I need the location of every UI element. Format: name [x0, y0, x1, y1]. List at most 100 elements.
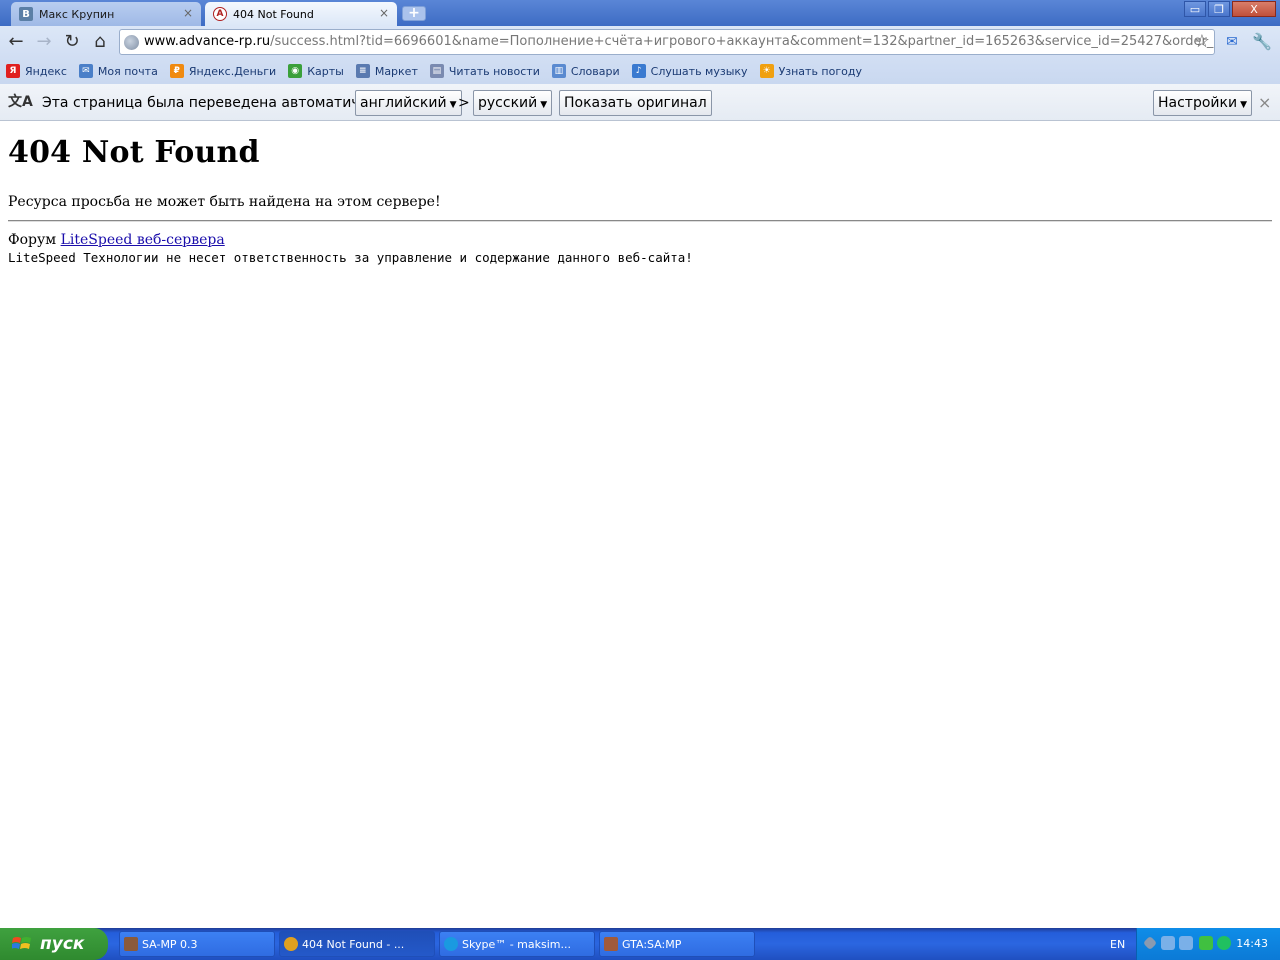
- source-language-select[interactable]: английский ▼: [355, 90, 462, 116]
- new-tab-button[interactable]: +: [402, 6, 426, 21]
- close-icon[interactable]: ×: [379, 6, 389, 20]
- samp-icon: [124, 937, 138, 951]
- wrench-icon[interactable]: 🔧: [1252, 32, 1272, 52]
- title-bar: В Макс Крупин × A 404 Not Found × + ▭ ❐ …: [0, 0, 1280, 26]
- start-button[interactable]: пуск: [0, 928, 108, 960]
- translate-icon: 文A: [8, 94, 33, 110]
- close-icon: X: [1250, 2, 1258, 16]
- minimize-button[interactable]: ▭: [1184, 1, 1206, 17]
- taskbar-item-samp[interactable]: SA-MP 0.3: [119, 931, 275, 957]
- task-label: 404 Not Found - ...: [302, 937, 405, 951]
- page-title: 404 Not Found: [8, 135, 260, 170]
- market-icon: ≡: [355, 64, 370, 78]
- maps-icon: ◉: [288, 64, 303, 78]
- yandex-icon: Я: [6, 64, 20, 78]
- windows-logo-icon: [12, 937, 31, 949]
- vk-icon: В: [19, 7, 33, 21]
- bookmark-label: Узнать погоду: [778, 64, 862, 78]
- forum-line: Форум LiteSpeed веб-сервера: [8, 232, 1272, 248]
- chevron-down-icon: ▼: [449, 100, 457, 110]
- toolbar: ← → ↻ ⌂ www.advance-rp.ru/success.html?t…: [0, 26, 1280, 58]
- bookmark-yandex[interactable]: Я Яндекс: [6, 64, 67, 78]
- translate-bar: 文A Эта страница была переведена автомати…: [0, 84, 1280, 121]
- bookmark-weather[interactable]: ☀ Узнать погоду: [759, 64, 862, 78]
- bookmark-news[interactable]: ▤ Читать новости: [429, 64, 540, 78]
- skype-icon: [444, 937, 458, 951]
- system-tray: 14:43: [1136, 928, 1280, 960]
- bookmark-market[interactable]: ≡ Маркет: [355, 64, 418, 78]
- gta-icon: [604, 937, 618, 951]
- page-content: 404 Not Found Ресурса просьба не может б…: [0, 121, 1280, 928]
- divider: [8, 220, 1272, 222]
- tab-vk[interactable]: В Макс Крупин ×: [11, 2, 201, 26]
- bookmark-label: Яндекс: [25, 64, 67, 78]
- litespeed-link[interactable]: LiteSpeed веб-сервера: [61, 232, 225, 248]
- bookmark-mail[interactable]: ✉ Моя почта: [78, 64, 158, 78]
- show-original-button[interactable]: Показать оригинал: [559, 90, 712, 116]
- source-language-value: английский: [360, 95, 447, 111]
- error-message: Ресурса просьба не может быть найдена на…: [8, 194, 441, 210]
- taskbar-item-chrome[interactable]: 404 Not Found - ...: [279, 931, 435, 957]
- dictionary-icon: ▥: [551, 64, 566, 78]
- minimize-icon: ▭: [1189, 2, 1201, 16]
- bookmark-money[interactable]: ₽ Яндекс.Деньги: [169, 64, 277, 78]
- url-host: www.advance-rp.ru: [144, 34, 271, 49]
- bookmarks-bar: Я Яндекс ✉ Моя почта ₽ Яндекс.Деньги ◉ Карты…: [0, 58, 1280, 84]
- language-separator: >: [458, 95, 470, 111]
- forum-prefix: Форум: [8, 232, 57, 248]
- extension-icon[interactable]: ✉: [1222, 32, 1242, 52]
- language-indicator[interactable]: EN: [1110, 938, 1125, 951]
- disclaimer-text: LiteSpeed Технологии не несет ответствен…: [8, 250, 693, 265]
- bookmark-maps[interactable]: ◉ Карты: [288, 64, 344, 78]
- network-icon[interactable]: [1179, 936, 1193, 950]
- taskbar: пуск SA-MP 0.3 404 Not Found - ... Skype…: [0, 928, 1280, 960]
- bookmark-label: Слушать музыку: [650, 64, 748, 78]
- tab-label: Макс Крупин: [39, 7, 115, 21]
- tray-diamond-icon[interactable]: [1142, 935, 1158, 951]
- target-language-select[interactable]: русский ▼: [473, 90, 553, 116]
- close-window-button[interactable]: X: [1232, 1, 1276, 17]
- back-button[interactable]: ←: [6, 32, 26, 52]
- security-icon[interactable]: [1199, 936, 1213, 950]
- translate-message: Эта страница была переведена автоматичес…: [42, 95, 394, 111]
- taskbar-item-gta[interactable]: GTA:SA:MP: [599, 931, 755, 957]
- tab-label: 404 Not Found: [233, 7, 314, 21]
- task-label: SA-MP 0.3: [142, 937, 198, 951]
- url-path: /success.html?tid=6696601&name=Пополнени…: [270, 34, 1215, 49]
- home-button[interactable]: ⌂: [90, 32, 110, 52]
- weather-icon: ☀: [759, 64, 774, 78]
- money-icon: ₽: [169, 64, 184, 78]
- chevron-down-icon: ▼: [1240, 100, 1247, 110]
- close-icon[interactable]: ×: [183, 6, 193, 20]
- task-label: GTA:SA:MP: [622, 937, 682, 951]
- reload-button[interactable]: ↻: [62, 32, 82, 52]
- translate-settings-button[interactable]: Настройки ▼: [1153, 90, 1252, 116]
- bookmark-label: Маркет: [374, 64, 418, 78]
- bookmark-dictionary[interactable]: ▥ Словари: [551, 64, 620, 78]
- chrome-icon: [284, 937, 298, 951]
- music-icon: ♪: [631, 64, 646, 78]
- restore-icon: ❐: [1214, 2, 1224, 16]
- bookmark-music[interactable]: ♪ Слушать музыку: [631, 64, 748, 78]
- bookmark-label: Яндекс.Деньги: [188, 64, 277, 78]
- icq-icon[interactable]: [1217, 936, 1231, 950]
- restore-button[interactable]: ❐: [1208, 1, 1230, 17]
- chevron-down-icon: ▼: [540, 100, 548, 110]
- bookmark-label: Словари: [570, 64, 620, 78]
- clock: 14:43: [1236, 937, 1268, 950]
- settings-label: Настройки: [1158, 95, 1238, 111]
- star-icon[interactable]: ☆: [1194, 30, 1210, 54]
- start-label: пуск: [40, 934, 85, 954]
- bookmark-label: Моя почта: [97, 64, 158, 78]
- taskbar-item-skype[interactable]: Skype™ - maksim...: [439, 931, 595, 957]
- advance-icon: A: [213, 7, 227, 21]
- tab-404[interactable]: A 404 Not Found ×: [205, 2, 397, 26]
- bookmark-label: Карты: [307, 64, 344, 78]
- network-icon[interactable]: [1161, 936, 1175, 950]
- close-icon[interactable]: ×: [1258, 93, 1271, 112]
- task-label: Skype™ - maksim...: [462, 937, 572, 951]
- target-language-value: русский: [478, 95, 538, 111]
- globe-icon: [124, 35, 139, 50]
- address-bar[interactable]: www.advance-rp.ru/success.html?tid=66966…: [119, 29, 1215, 55]
- forward-button[interactable]: →: [34, 32, 54, 52]
